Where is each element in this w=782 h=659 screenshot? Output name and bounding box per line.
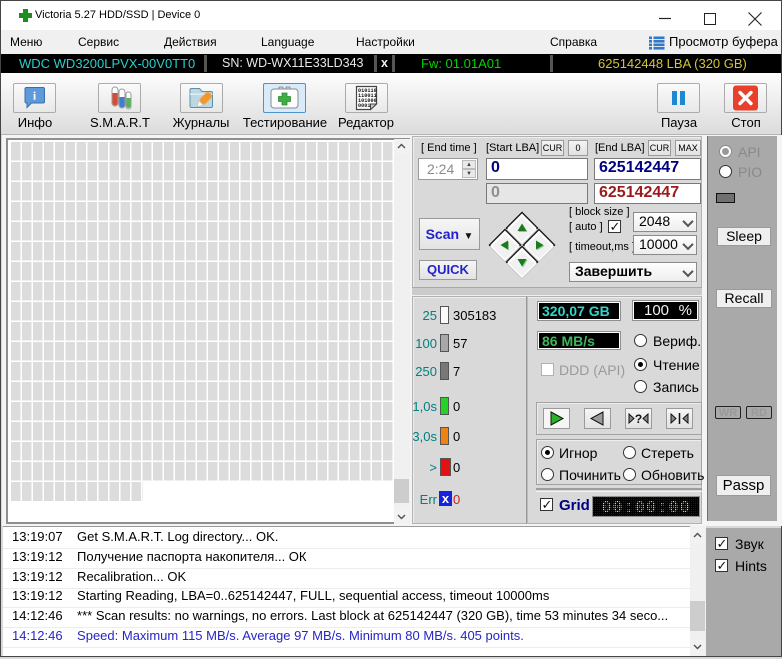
svg-text:00:00:00: 00:00:00	[601, 499, 691, 516]
svg-text:0001: 0001	[358, 103, 370, 109]
svg-text:?: ?	[635, 412, 642, 426]
